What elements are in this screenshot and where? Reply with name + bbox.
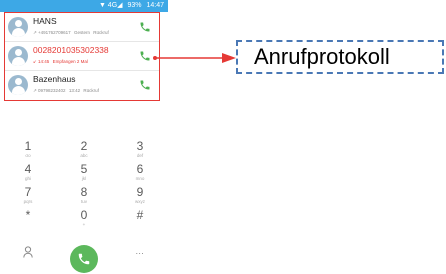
clock: 14:47 <box>146 2 164 9</box>
dial-button[interactable] <box>69 245 98 273</box>
signal-indicator: ▼ 4G◢ <box>98 2 123 9</box>
avatar <box>8 46 28 66</box>
keypad-row: * 0 + # <box>0 209 168 232</box>
more-icon[interactable]: … <box>125 246 155 272</box>
key-9[interactable]: 9 wxyz <box>120 186 160 209</box>
status-bar: ▼ 4G◢ 93% 14:47 <box>0 0 168 12</box>
key-8[interactable]: 8 tuv <box>64 186 104 209</box>
call-log-entry[interactable]: 0028201035302338 ↙ 14:45 Empfangen 2 Mal <box>5 42 159 71</box>
call-log: HANS ↗ +491762709617 Gestern Rückruf 002… <box>4 12 160 101</box>
key-7[interactable]: 7 pqrs <box>8 186 48 209</box>
contact-name: Bazenhaus <box>33 74 76 84</box>
call-details: ↗ +491762709617 Gestern Rückruf <box>33 30 111 36</box>
call-type: Rückruf <box>93 30 109 35</box>
dialer-bottom-bar: … <box>0 244 168 274</box>
avatar <box>8 75 28 95</box>
call-type: Empfangen 2 Mal <box>52 59 88 64</box>
call-details: ↗ 09798232402 13:42 Rückruf <box>33 88 101 94</box>
key-hash[interactable]: # <box>120 209 160 232</box>
keypad-row: 1 σο 2 abc 3 def <box>0 140 168 163</box>
call-icon[interactable] <box>139 79 151 91</box>
annotation-label: Anrufprotokoll <box>236 40 444 74</box>
call-time: ↙ 14:45 <box>33 59 50 64</box>
key-4[interactable]: 4 ghi <box>8 163 48 186</box>
call-type: Rückruf <box>83 88 99 93</box>
annotation-arrow <box>153 53 236 63</box>
contact-name: HANS <box>33 16 57 26</box>
dial-keypad: 1 σο 2 abc 3 def 4 ghi 5 jkl 6 mno 7 pqrs 8 tuv … <box>0 140 168 232</box>
keypad-row: 7 pqrs 8 tuv 9 wxyz <box>0 186 168 209</box>
call-time: Gestern <box>73 30 90 35</box>
call-log-entry[interactable]: Bazenhaus ↗ 09798232402 13:42 Rückruf <box>5 71 159 100</box>
contact-name: 0028201035302338 <box>33 45 109 55</box>
keypad-row: 4 ghi 5 jkl 6 mno <box>0 163 168 186</box>
key-6[interactable]: 6 mno <box>120 163 160 186</box>
call-number: ↗ 09798232402 <box>33 88 66 93</box>
contacts-icon[interactable] <box>13 246 43 272</box>
battery-level: 93% <box>127 2 142 9</box>
phone-screen: ▼ 4G◢ 93% 14:47 HANS ↗ +491762709617 Ges… <box>0 0 168 274</box>
key-5[interactable]: 5 jkl <box>64 163 104 186</box>
key-2[interactable]: 2 abc <box>64 140 104 163</box>
call-details: ↙ 14:45 Empfangen 2 Mal <box>33 59 90 65</box>
call-log-entry[interactable]: HANS ↗ +491762709617 Gestern Rückruf <box>5 13 159 42</box>
call-time: 13:42 <box>68 88 81 93</box>
key-star[interactable]: * <box>8 209 48 232</box>
key-3[interactable]: 3 def <box>120 140 160 163</box>
key-0[interactable]: 0 + <box>64 209 104 232</box>
call-icon[interactable] <box>139 50 151 62</box>
call-number: ↗ +491762709617 <box>33 30 71 35</box>
call-icon[interactable] <box>139 21 151 33</box>
phone-icon <box>78 253 90 265</box>
avatar <box>8 17 28 37</box>
key-1[interactable]: 1 σο <box>8 140 48 163</box>
